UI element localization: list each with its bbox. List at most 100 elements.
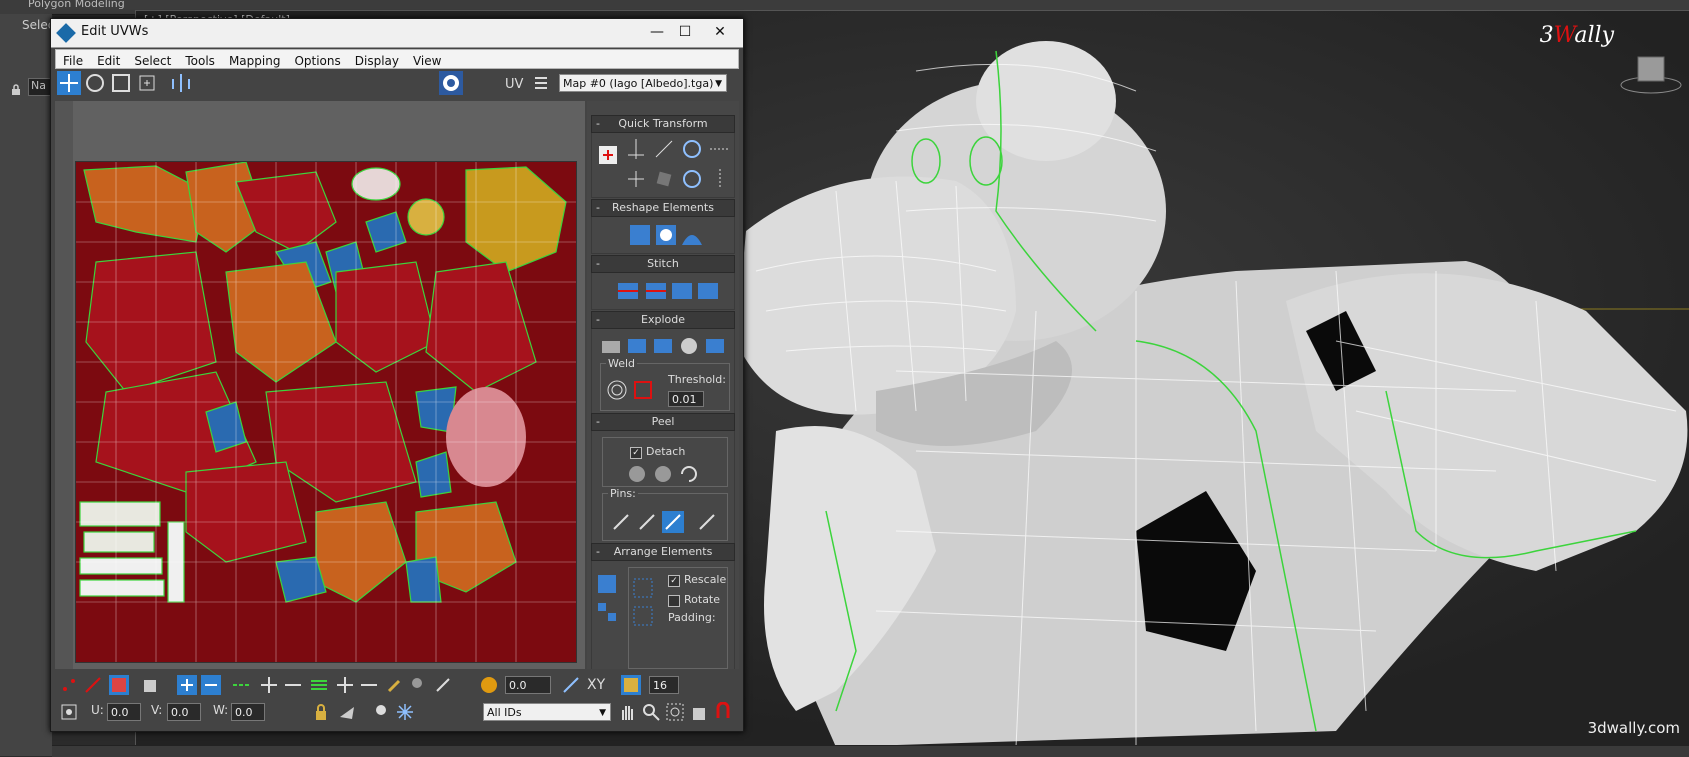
unpin-tool-icon[interactable] — [636, 511, 658, 533]
lock-icon[interactable] — [10, 84, 22, 96]
stitch-header[interactable]: - Stitch — [591, 255, 735, 273]
falloff-spinner[interactable]: 0.0 — [505, 676, 551, 694]
grow-selection-icon[interactable] — [177, 675, 197, 695]
weld-selected-icon[interactable] — [632, 379, 654, 401]
uv-editor-canvas[interactable] — [55, 101, 585, 669]
flatten-by-material-icon[interactable] — [704, 335, 726, 357]
minimize-button[interactable]: — — [643, 22, 671, 42]
pan-hand-icon[interactable] — [617, 702, 637, 722]
reshape-header[interactable]: - Reshape Elements — [591, 199, 735, 217]
straighten-selection-icon[interactable] — [628, 223, 652, 247]
filter-selected-faces-icon[interactable] — [337, 702, 357, 722]
auto-pin-icon[interactable] — [662, 511, 684, 533]
pack-options-icon[interactable] — [632, 605, 654, 627]
pivot-icon[interactable] — [598, 145, 618, 165]
paint-grow-icon[interactable] — [409, 675, 429, 695]
quick-peel-icon[interactable] — [626, 463, 648, 485]
select-pins-icon[interactable] — [696, 511, 718, 533]
menu-edit[interactable]: Edit — [90, 52, 127, 68]
show-hidden-edges-icon[interactable] — [371, 702, 391, 722]
name-field[interactable]: Na — [28, 78, 52, 96]
detach-checkbox[interactable]: ✓ — [630, 447, 642, 459]
material-ids-select[interactable]: All IDs ▼ — [483, 703, 611, 721]
space-horizontal-icon[interactable] — [708, 143, 732, 155]
align-diagonal-icon[interactable] — [652, 137, 676, 161]
loop-shrink-icon[interactable] — [283, 675, 303, 695]
edge-select-icon[interactable] — [83, 675, 103, 695]
v-field[interactable]: 0.0 — [167, 703, 201, 721]
rotate-ccw-icon[interactable] — [680, 167, 704, 191]
zoom-icon[interactable] — [641, 702, 661, 722]
pack-custom-icon[interactable] — [632, 577, 654, 599]
paint-shrink-icon[interactable] — [433, 675, 453, 695]
relax-icon[interactable] — [654, 223, 678, 247]
menu-view[interactable]: View — [406, 52, 448, 68]
threshold-spinner[interactable]: 0.01 — [668, 391, 704, 407]
rotate-cw-icon[interactable] — [680, 137, 704, 161]
relax-options-icon[interactable] — [680, 223, 704, 247]
edge-distance-count[interactable]: 16 — [649, 676, 679, 694]
arrange-header[interactable]: - Arrange Elements — [591, 543, 735, 561]
menu-mapping[interactable]: Mapping — [222, 52, 288, 68]
flatten-by-smoothing-icon[interactable] — [678, 335, 700, 357]
pack-together-icon[interactable] — [596, 601, 618, 623]
stitch-average-icon[interactable] — [644, 279, 668, 303]
w-field[interactable]: 0.0 — [231, 703, 265, 721]
canvas-scroll-strip[interactable] — [55, 101, 73, 669]
space-vertical-icon[interactable] — [714, 167, 726, 191]
stitch-custom-icon[interactable] — [696, 279, 720, 303]
align-vertical-icon[interactable] — [624, 167, 648, 191]
mirror-tool-icon[interactable] — [169, 71, 193, 95]
pack-normalize-icon[interactable] — [596, 573, 618, 595]
lock-selection-icon[interactable] — [311, 702, 331, 722]
title-bar[interactable]: Edit UVWs — ☐ ✕ — [51, 19, 743, 48]
straighten-icon[interactable] — [652, 167, 676, 191]
u-field[interactable]: 0.0 — [107, 703, 141, 721]
maximize-button[interactable]: ☐ — [671, 22, 699, 42]
vertex-select-icon[interactable] — [59, 675, 79, 695]
peel-header[interactable]: - Peel — [591, 413, 735, 431]
uv-texture-tile[interactable] — [75, 161, 577, 663]
xy-label[interactable]: XY — [587, 677, 605, 693]
snap-icon[interactable] — [395, 702, 415, 722]
menu-tools[interactable]: Tools — [178, 52, 222, 68]
pelt-map-icon[interactable] — [652, 463, 674, 485]
scale-tool-icon[interactable] — [109, 71, 133, 95]
detach-edge-icon[interactable] — [626, 335, 648, 357]
quick-transform-header[interactable]: - Quick Transform — [591, 115, 735, 133]
close-button[interactable]: ✕ — [703, 22, 737, 42]
element-select-icon[interactable] — [141, 675, 161, 695]
zoom-extents-icon[interactable] — [689, 702, 709, 722]
ring-grow-icon[interactable] — [335, 675, 355, 695]
pin-tool-icon[interactable] — [610, 511, 632, 533]
uv-label[interactable]: UV — [505, 77, 523, 92]
list-icon[interactable] — [529, 71, 553, 95]
explode-header[interactable]: - Explode — [591, 311, 735, 329]
rescale-checkbox[interactable]: ✓ — [668, 575, 680, 587]
freeform-tool-icon[interactable] — [135, 71, 159, 95]
stitch-to-target-icon[interactable] — [616, 279, 640, 303]
falloff-type-icon[interactable] — [561, 675, 581, 695]
break-icon[interactable] — [600, 335, 622, 357]
menu-options[interactable]: Options — [287, 52, 347, 68]
edge-distance-icon[interactable] — [621, 675, 641, 695]
stitch-to-source-icon[interactable] — [670, 279, 694, 303]
rotate-tool-icon[interactable] — [83, 71, 107, 95]
zoom-region-icon[interactable] — [665, 702, 685, 722]
loop-icon[interactable] — [231, 675, 251, 695]
ring-icon[interactable] — [309, 675, 329, 695]
absolute-offset-icon[interactable] — [59, 702, 79, 722]
viewcube-icon[interactable] — [1618, 51, 1684, 95]
reset-peel-icon[interactable] — [678, 463, 700, 485]
loop-grow-icon[interactable] — [259, 675, 279, 695]
menu-display[interactable]: Display — [348, 52, 406, 68]
flatten-by-polygon-icon[interactable] — [652, 335, 674, 357]
zoom-selected-icon[interactable] — [713, 702, 733, 722]
move-tool-icon[interactable] — [57, 71, 81, 95]
align-horizontal-icon[interactable] — [624, 137, 648, 161]
weld-target-icon[interactable] — [606, 379, 628, 401]
checker-map-icon[interactable] — [439, 71, 463, 95]
ring-shrink-icon[interactable] — [359, 675, 379, 695]
shrink-selection-icon[interactable] — [201, 675, 221, 695]
menu-select[interactable]: Select — [127, 52, 178, 68]
